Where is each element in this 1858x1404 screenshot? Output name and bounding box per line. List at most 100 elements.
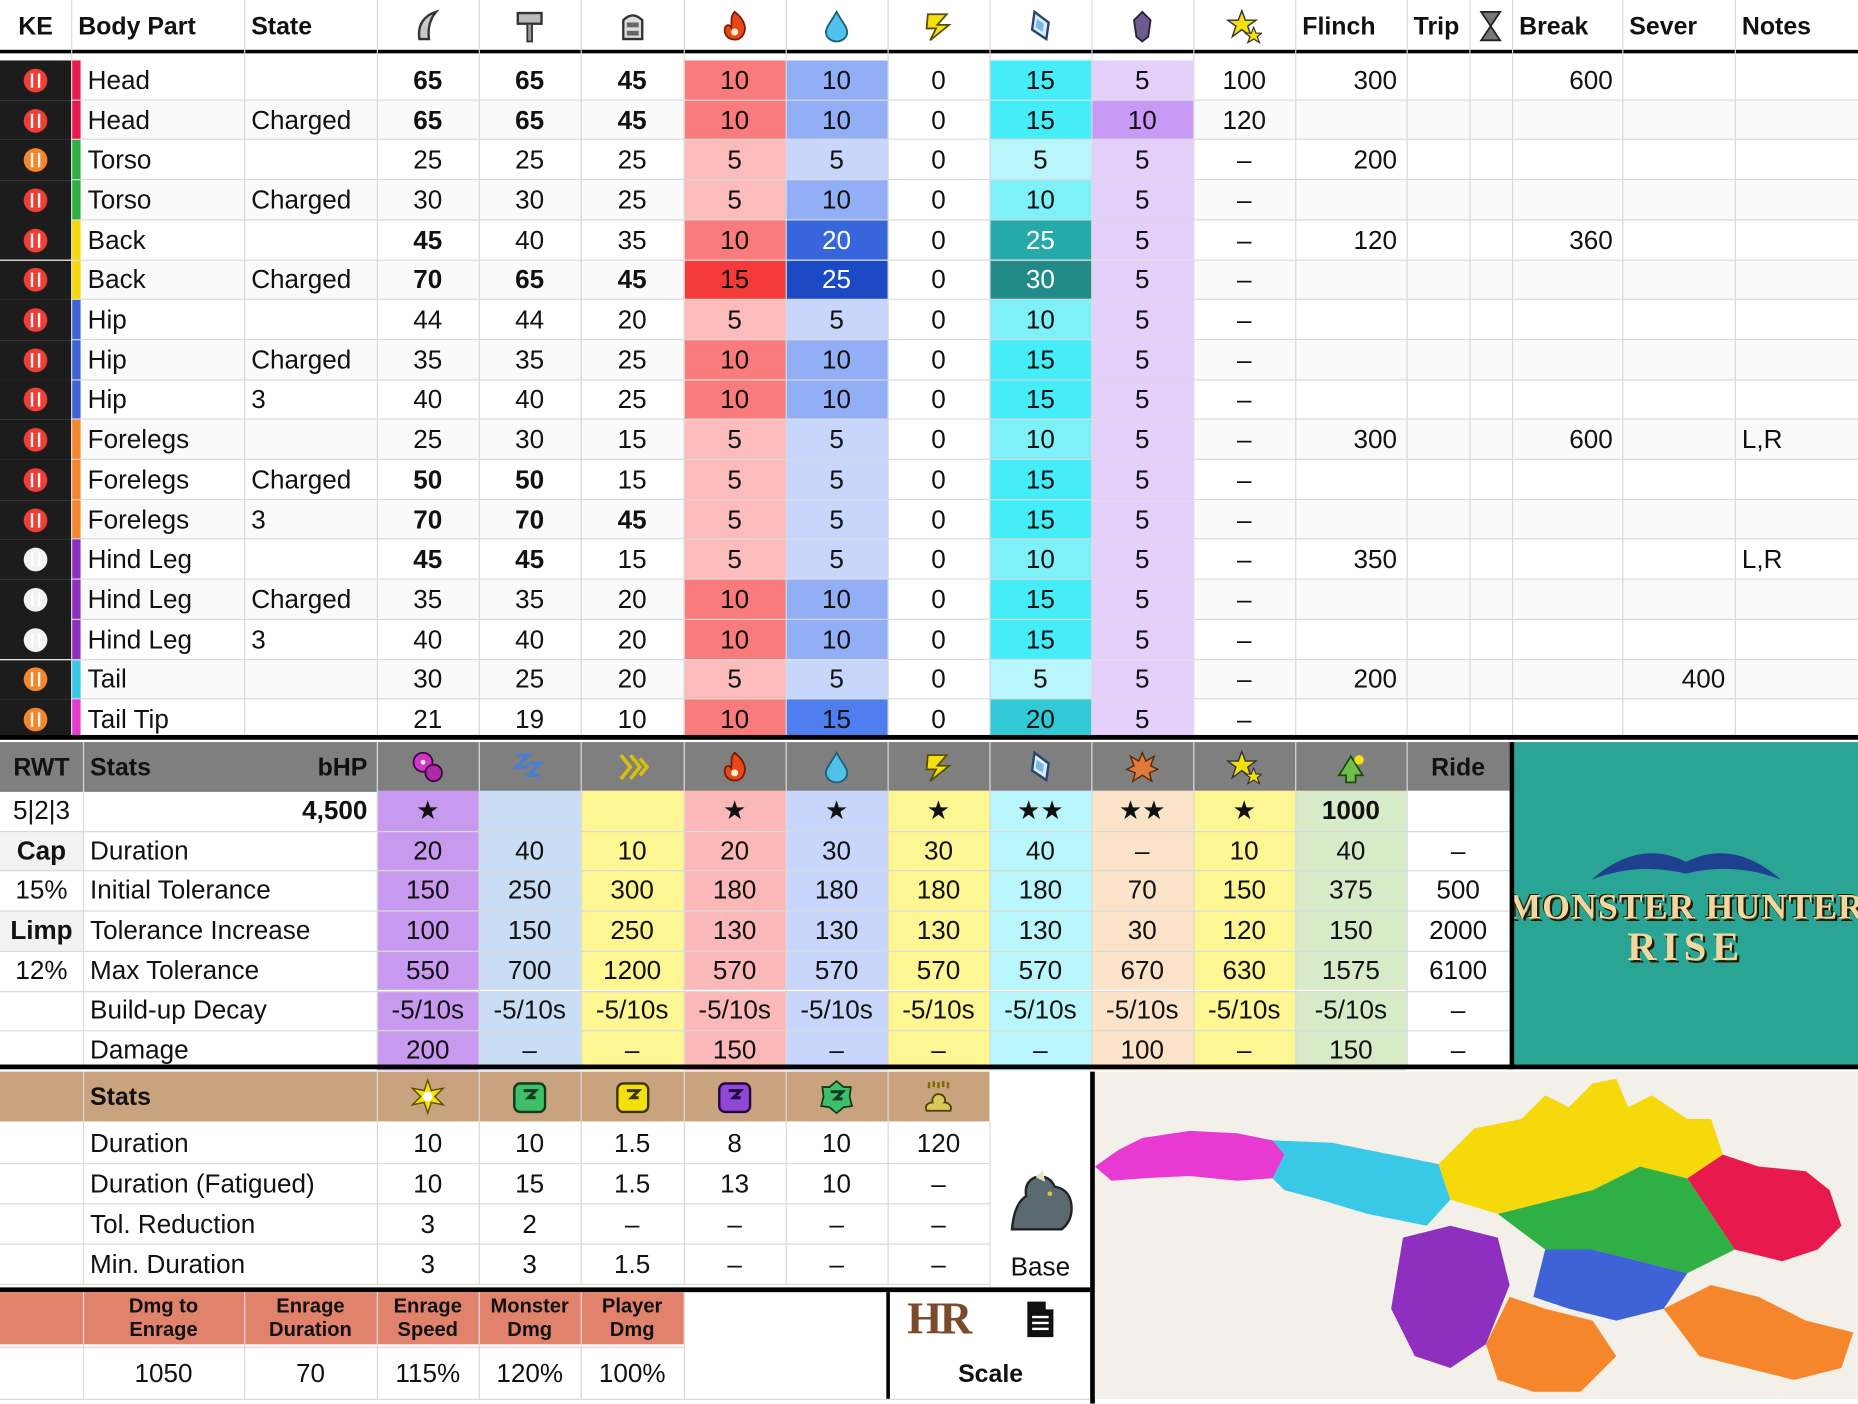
part-break [1512,140,1622,180]
part-flinch [1295,180,1406,220]
part-trip [1407,260,1512,300]
hitzone-blunt: 19 [515,704,545,734]
part-trip [1407,340,1512,380]
part-break: 600 [1569,424,1613,455]
status-stars: ★ [1193,790,1296,831]
part-color-strip [71,659,81,700]
hitzone-water: 5 [785,419,888,460]
part-color-strip [71,699,81,740]
status-value: – [1091,830,1194,871]
sever-icon [410,8,446,44]
hitzone-ammo: 20 [617,584,647,614]
thunder-icon [921,8,957,44]
part-trip [1407,460,1512,500]
part-trip [1407,180,1512,220]
part-sever [1622,620,1735,660]
hitzone-dragon: 5 [1091,699,1194,740]
hitzone-cut: 40 [413,384,443,415]
hitzone-water: 5 [785,140,888,181]
part-name: Tail Tip [87,704,169,734]
status-header-exhaust [1295,742,1407,792]
part-name: Hind Leg [87,584,193,614]
part-flinch [1295,380,1406,420]
part-flinch: 200 [1353,664,1398,694]
enrage-header: Player Dmg [580,1292,684,1345]
hitzone-water: 10 [785,619,888,660]
green-trap-icon [818,1078,856,1116]
enrage-header: Enrage Duration [244,1292,377,1345]
part-notes: L,R [1741,424,1783,455]
part-name: Hip [87,344,127,375]
part-break [1512,300,1622,340]
status-value: 10 [1193,830,1296,871]
part-notes [1735,500,1858,540]
part-name: Forelegs [87,464,190,495]
status-value: 500 [1406,870,1510,911]
trap-header-flash [376,1071,479,1122]
header-trip: Trip [1413,12,1460,40]
part-notes [1735,300,1858,340]
part-color-strip [71,180,81,221]
hitzone-thunder: 0 [887,699,990,740]
hitzone-dragon: 5 [1091,619,1194,660]
part-trip [1407,420,1512,460]
header-state: State [251,12,313,40]
ke-cell [0,659,72,700]
status-value: 150 [1295,910,1407,951]
hitzone-stun: – [1236,384,1252,415]
part-state: 3 [251,384,266,415]
hitzone-thunder: 0 [887,659,990,700]
part-color-strip [71,619,81,660]
trap-value: – [624,1209,640,1239]
rwt-label: RWT [0,742,83,792]
scale-label: Scale [958,1360,1024,1388]
grid-line [1469,0,1471,738]
hitzone-ammo: 45 [617,264,647,295]
ke-badge-icon [23,228,48,253]
trap-row-label: Tol. Reduction [90,1209,256,1239]
part-state [244,660,377,700]
hitzone-thunder: 0 [887,140,990,181]
hitzone-thunder: 0 [887,300,990,341]
exhaust-icon [1333,749,1369,785]
hitzone-ice: 10 [989,180,1092,221]
hitzone-dragon: 5 [1091,180,1194,221]
hitzone-stun: – [1236,224,1252,255]
status-header-thunder [887,742,990,792]
capture-limp-label: Limp [0,910,83,951]
trap-value: 8 [727,1128,742,1159]
status-value: 20 [376,830,479,871]
part-flinch [1295,100,1406,140]
part-color-strip [71,499,81,540]
hitzone-blunt: 65 [515,65,545,95]
hitzone-thunder: 0 [887,459,990,500]
grid-line [887,0,889,738]
part-notes: L,R [1741,544,1783,575]
part-name: Forelegs [87,504,190,535]
status-value: 150 [478,910,581,951]
grid-line [683,742,685,1067]
hitzone-map [1094,1071,1858,1399]
part-flinch [1295,700,1406,740]
grid-line [785,0,787,738]
status-header-paralysis [580,742,684,792]
grid-line [0,950,1510,952]
trap-value: 3 [420,1209,436,1239]
trap-value: 10 [822,1168,852,1199]
hitzone-stun: – [1236,264,1252,295]
hitzone-stun: – [1236,424,1252,455]
trap-value: – [727,1249,742,1280]
part-name: Head [87,104,151,135]
hitzone-cut: 65 [413,104,443,135]
part-notes [1735,380,1858,420]
grid-line [0,49,1858,54]
status-value: 300 [580,870,684,911]
logo-title: MONSTER HUNTER [1514,887,1858,928]
status-stars: ★ [376,790,479,831]
trap-value: 10 [413,1168,443,1199]
ke-cell [0,579,72,620]
hitzone-cut: 30 [413,664,443,694]
status-value: 10 [580,830,684,871]
status-header-ice [989,742,1092,792]
ke-badge-icon [23,108,48,133]
